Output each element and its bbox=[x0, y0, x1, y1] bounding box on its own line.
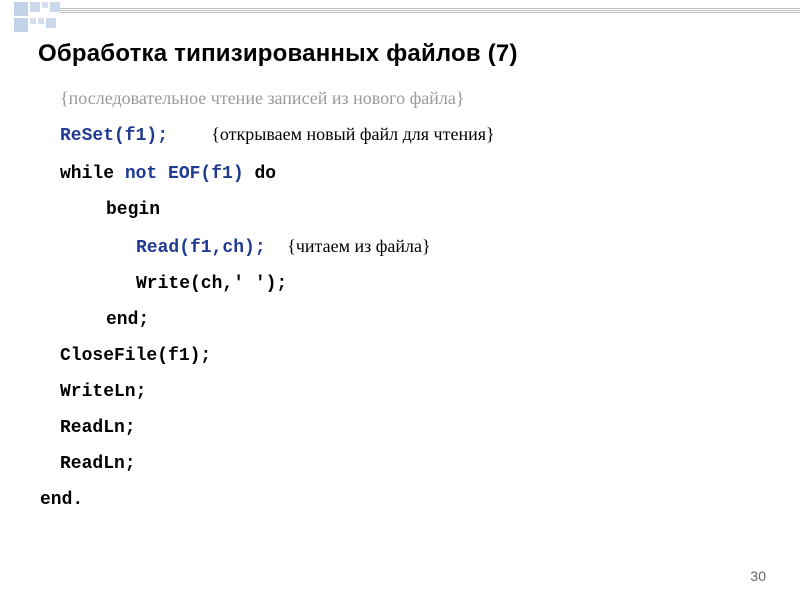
not-keyword: not bbox=[125, 164, 157, 184]
ornament-square bbox=[50, 2, 60, 12]
ornament-square bbox=[30, 18, 36, 24]
ornament-square bbox=[14, 18, 28, 32]
read-call: Read(f1,ch); bbox=[136, 238, 266, 258]
corner-ornament bbox=[14, 2, 62, 32]
code-line-write: Write(ch,' '); bbox=[40, 266, 760, 302]
ornament-square bbox=[46, 18, 56, 28]
ornament-square bbox=[14, 2, 28, 16]
reset-comment: {открываем новый файл для чтения} bbox=[211, 124, 494, 144]
read-comment: {читаем из файла} bbox=[287, 236, 430, 256]
top-separator-line bbox=[60, 8, 800, 14]
code-line-closefile: CloseFile(f1); bbox=[40, 338, 760, 374]
eof-call: EOF(f1) bbox=[157, 164, 243, 184]
slide-title: Обработка типизированных файлов (7) bbox=[38, 40, 518, 68]
slide: Обработка типизированных файлов (7) {пос… bbox=[0, 0, 800, 600]
ornament-square bbox=[30, 2, 40, 12]
comment-text: {последовательное чтение записей из ново… bbox=[60, 88, 464, 108]
page-number: 30 bbox=[750, 568, 766, 584]
code-line-reset: ReSet(f1); {открываем новый файл для чте… bbox=[40, 116, 760, 154]
code-line-while: while not EOF(f1) do bbox=[40, 154, 760, 192]
ornament-square bbox=[38, 18, 44, 24]
code-comment-header: {последовательное чтение записей из ново… bbox=[40, 80, 760, 116]
code-line-readln-2: ReadLn; bbox=[40, 446, 760, 482]
do-keyword: do bbox=[244, 164, 276, 184]
code-line-readln-1: ReadLn; bbox=[40, 410, 760, 446]
reset-call: ReSet(f1); bbox=[60, 126, 168, 146]
code-line-end: end; bbox=[40, 302, 760, 338]
code-line-begin: begin bbox=[40, 192, 760, 228]
code-line-enddot: end. bbox=[40, 482, 760, 518]
while-keyword: while bbox=[60, 164, 125, 184]
ornament-square bbox=[42, 2, 48, 8]
code-line-read: Read(f1,ch); {читаем из файла} bbox=[40, 228, 760, 266]
slide-body: {последовательное чтение записей из ново… bbox=[40, 80, 760, 518]
code-line-writeln: WriteLn; bbox=[40, 374, 760, 410]
